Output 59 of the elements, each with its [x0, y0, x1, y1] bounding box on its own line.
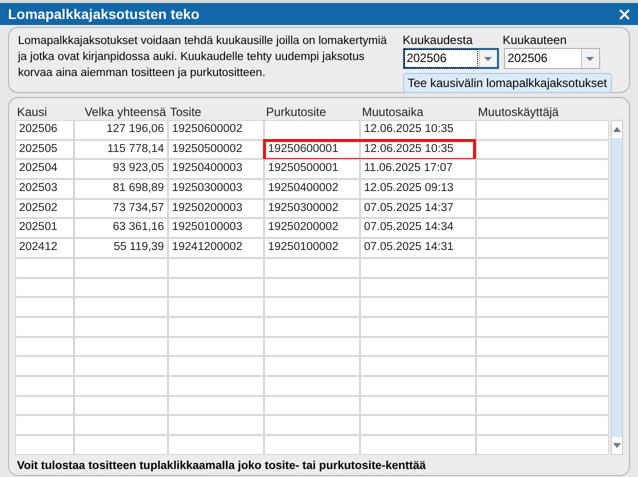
table-row[interactable]: 202505 115 778,14 19250500002 19250600001 12.06.2025 10:35 [15, 140, 609, 160]
field-label: Kuukaudesta [402, 33, 474, 48]
column-header[interactable]: Muutoskäyttäjä [476, 104, 609, 120]
dropdown-arrow-icon[interactable] [484, 56, 492, 60]
column-header[interactable]: Velka yhteensä [74, 104, 168, 120]
scroll-up-icon[interactable] [613, 127, 621, 132]
table-cell: 73 734,57 [74, 198, 168, 218]
table-cell: 202504 [15, 159, 74, 180]
table-cell: 19250400002 [264, 179, 360, 199]
run-button[interactable]: Tee kausivälin lomapalkkajaksotukset [402, 73, 612, 93]
table-cell: 11.06.2025 17:07 [360, 159, 476, 180]
table-row[interactable]: 202412 55 119,39 19241200002 19250100002 07.05.2025 14:31 [15, 238, 609, 258]
hint-text: Voit tulostaa tositteen tuplaklikkaamalla joko tosite- tai purkutosite-kenttää [17, 459, 427, 474]
column-header[interactable]: Muutosaika [360, 104, 476, 120]
table-cell: 202503 [15, 179, 74, 199]
info-text: Lomapalkkajaksotukset voidaan tehdä kuukausille joilla on lomakertymiä ja jotka ovat kirjanpidossa auki. Kuukaudelle tehty uudempi jaksotus korvaa aina aiemman tositteen ja purkutositteen. [18, 34, 388, 81]
dropdown-arrow-icon[interactable] [586, 56, 594, 60]
table-cell: 19250200003 [168, 198, 264, 218]
month-dropdown[interactable]: 202506 [504, 48, 600, 69]
table-cell: 19241200002 [168, 238, 264, 258]
table-cell: 19250600002 [168, 120, 264, 140]
column-header[interactable]: Purkutosite [264, 104, 360, 120]
table-cell: 19250500001 [264, 159, 360, 180]
column-header[interactable]: Kausi [15, 104, 74, 120]
table-cell: 202505 [15, 140, 74, 160]
column-header[interactable]: Tosite [168, 104, 264, 120]
table-row[interactable]: 202504 93 923,05 19250400003 19250500001 11.06.2025 17:07 [15, 159, 609, 180]
table-cell: 202502 [15, 198, 74, 218]
table-cell: 07.05.2025 14:37 [360, 198, 476, 218]
table-cell: 55 119,39 [74, 238, 168, 258]
table-cell: 12.05.2025 09:13 [360, 179, 476, 199]
field-label: Kuukauteen [502, 33, 568, 48]
table-cell: 19250500002 [168, 140, 264, 160]
table-cell: 19250300002 [264, 198, 360, 218]
scroll-down-icon[interactable] [613, 443, 621, 448]
table-cell: 19250200002 [264, 218, 360, 238]
month-dropdown[interactable]: 202506 [402, 48, 499, 69]
table-cell: 202501 [15, 218, 74, 238]
table-cell: 19250300003 [168, 179, 264, 199]
table-cell: 63 361,16 [74, 218, 168, 238]
table-cell: 127 196,06 [74, 120, 168, 140]
table-cell: 81 698,89 [74, 179, 168, 199]
table-cell: 12.06.2025 10:35 [360, 120, 476, 140]
window-title: Lomapalkkajaksotusten teko [8, 4, 200, 24]
table-cell: 202506 [15, 120, 74, 140]
table-cell: 07.05.2025 14:34 [360, 218, 476, 238]
table-row[interactable]: 202503 81 698,89 19250300003 19250400002 12.05.2025 09:13 [15, 179, 609, 199]
table-row[interactable]: 202506 127 196,06 19250600002 12.06.2025 10:35 [15, 120, 609, 140]
scrollbar[interactable] [611, 120, 623, 455]
table-cell: 07.05.2025 14:31 [360, 238, 476, 258]
table-cell: 115 778,14 [74, 140, 168, 160]
table-row[interactable]: 202501 63 361,16 19250100003 19250200002 07.05.2025 14:34 [15, 218, 609, 238]
table-cell: 19250400003 [168, 159, 264, 180]
close-icon[interactable] [619, 8, 630, 20]
table-cell: 202412 [15, 238, 74, 258]
table-cell: 19250100002 [264, 238, 360, 258]
table-row[interactable]: 202502 73 734,57 19250200003 19250300002 07.05.2025 14:37 [15, 198, 609, 218]
table-cell: 19250100003 [168, 218, 264, 238]
table-cell: 93 923,05 [74, 159, 168, 180]
